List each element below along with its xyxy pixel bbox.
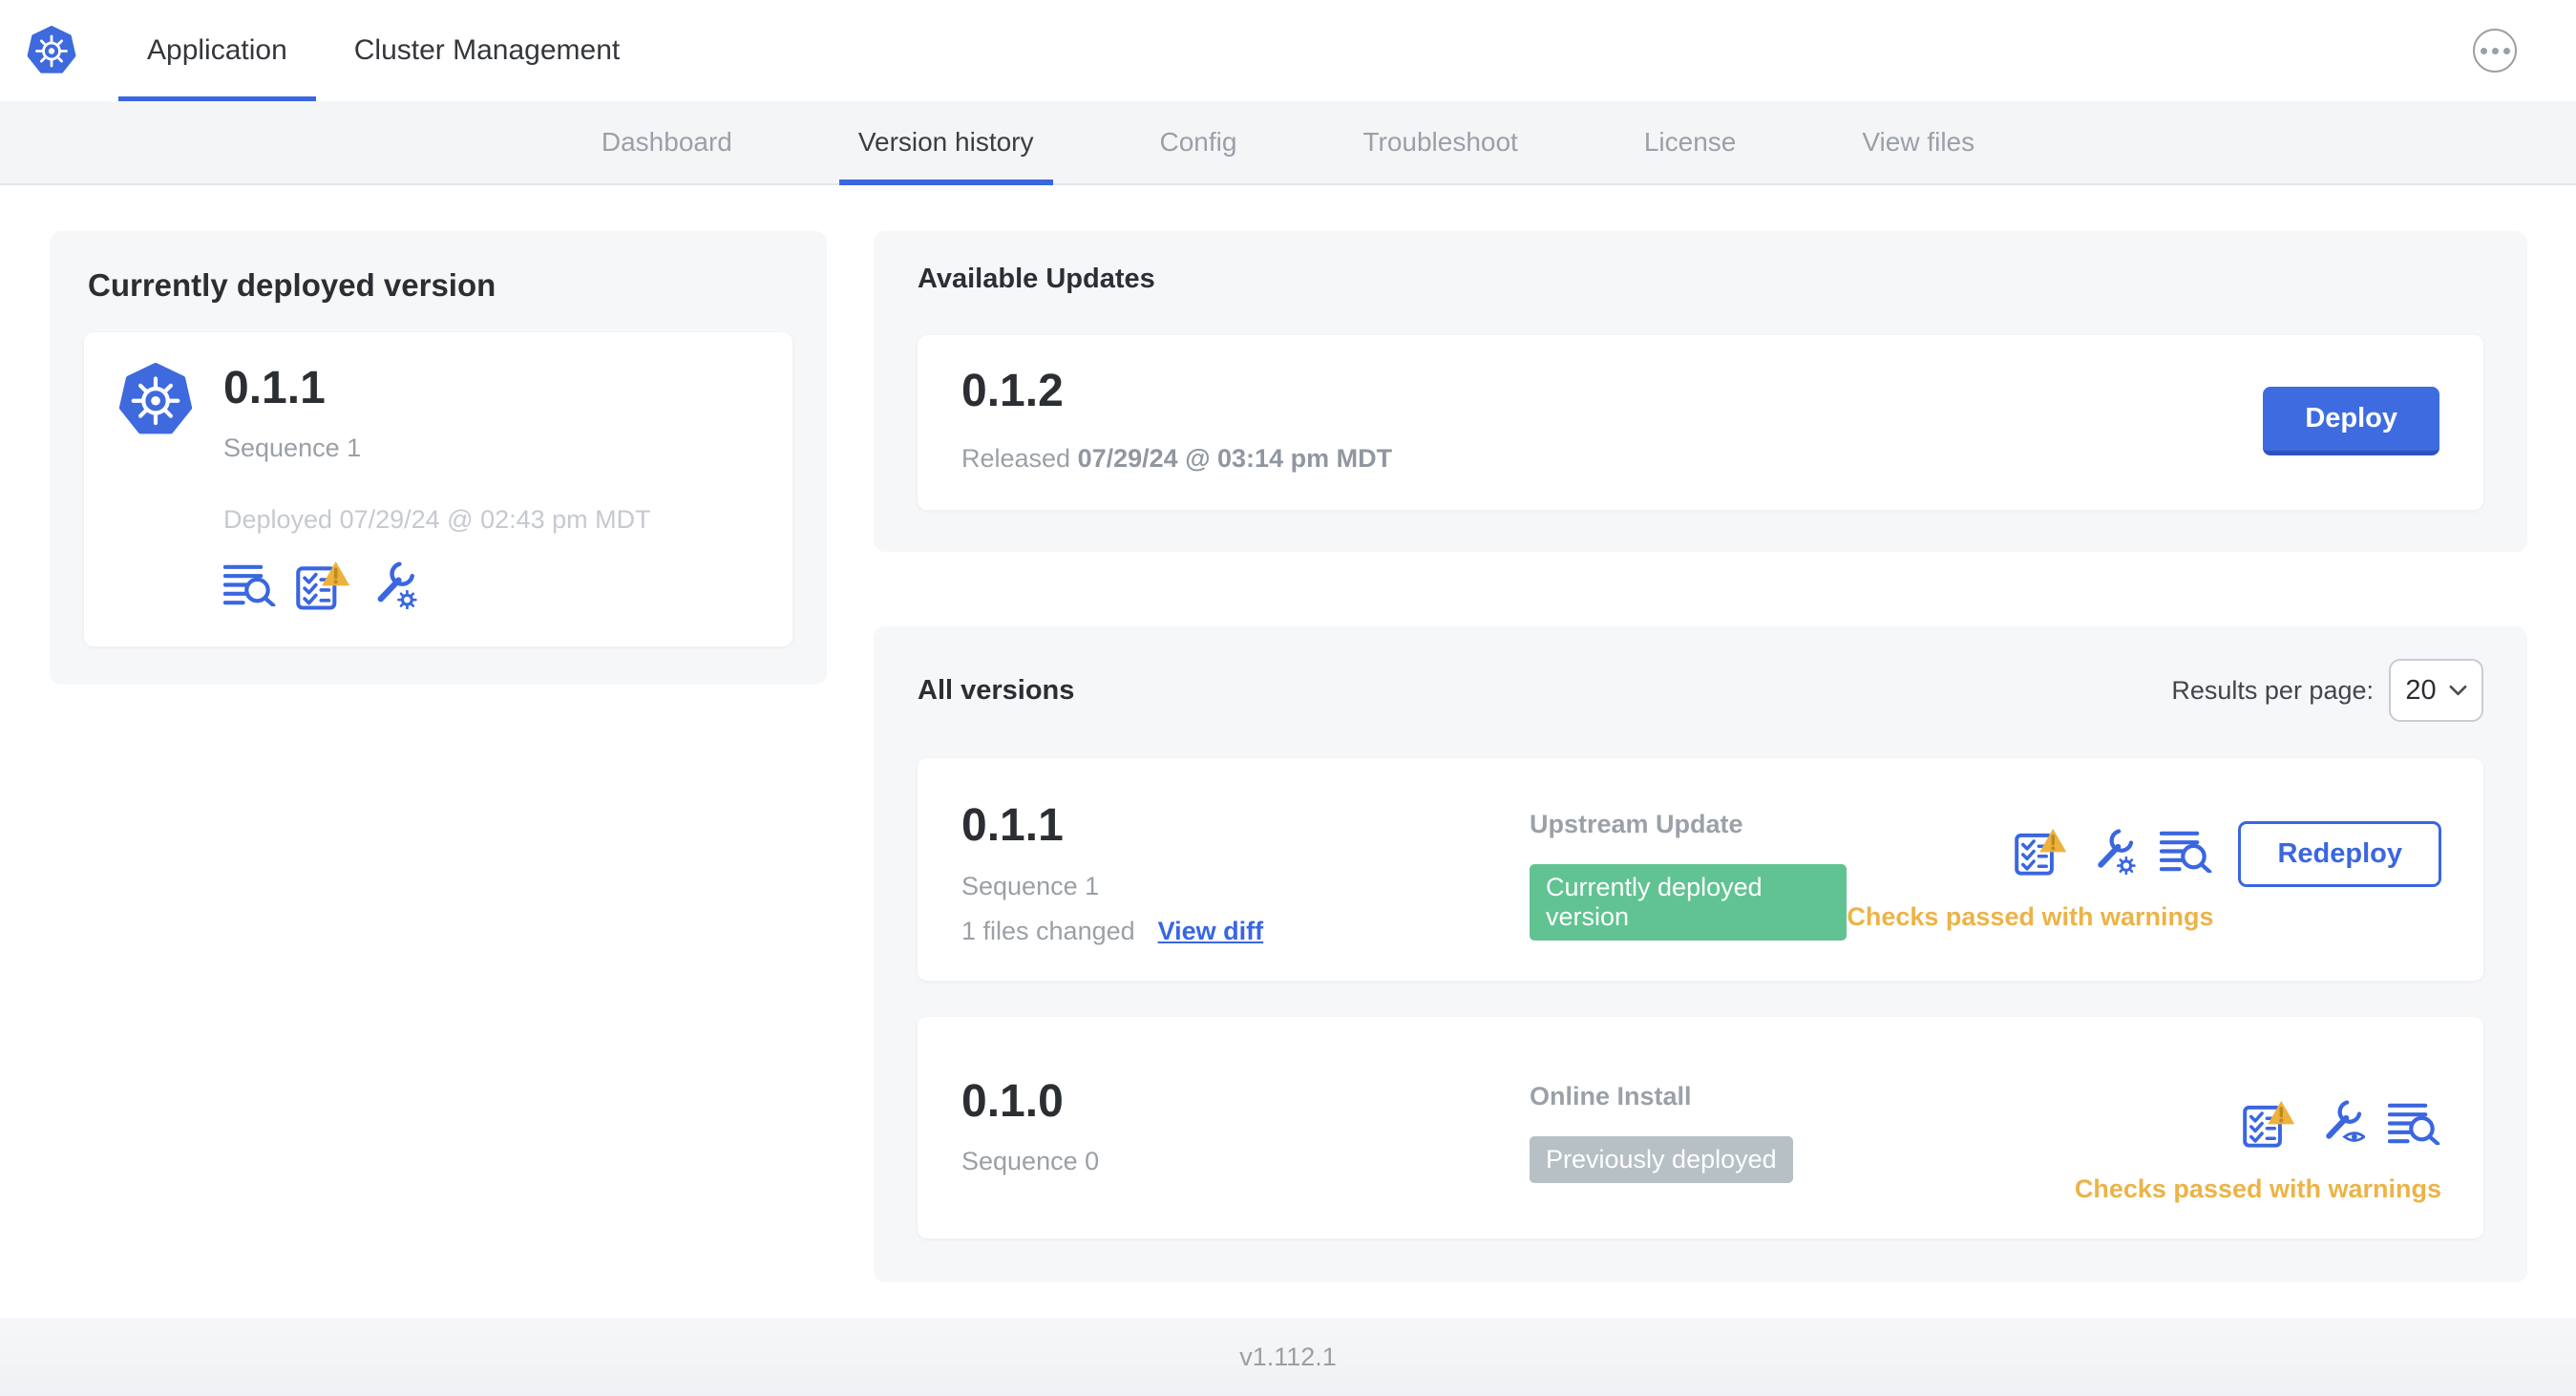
app-footer: v1.112.1 — [0, 1318, 2576, 1396]
deployed-version-number: 0.1.1 — [223, 363, 326, 413]
files-changed-label: 1 files changed — [961, 916, 1135, 945]
app-header: Application Cluster Management — [0, 0, 2576, 101]
preflight-status-text: Checks passed with warnings — [2074, 1174, 2441, 1203]
tab-troubleshoot[interactable]: Troubleshoot — [1343, 101, 1536, 183]
app-subnav: Dashboard Version history Config Trouble… — [0, 101, 2576, 185]
kubernetes-logo — [27, 0, 76, 101]
view-diff-link[interactable]: View diff — [1158, 917, 1264, 946]
available-updates-title: Available Updates — [918, 264, 1155, 294]
tab-version-history[interactable]: Version history — [838, 101, 1053, 185]
tab-license[interactable]: License — [1625, 101, 1756, 183]
tab-config[interactable]: Config — [1141, 101, 1256, 183]
update-released-date: 07/29/24 @ 03:14 pm MDT — [1077, 444, 1393, 474]
available-updates-panel: Available Updates 0.1.2 Released 07/29/2… — [874, 231, 2527, 553]
header-tab-cluster-management[interactable]: Cluster Management — [326, 0, 648, 101]
version-source-type: Online Install — [1530, 1081, 1692, 1110]
header-tab-label: Cluster Management — [353, 34, 621, 66]
header-tab-label: Application — [147, 34, 287, 66]
row-sequence: Sequence 0 — [961, 1147, 1100, 1176]
view-config-icon[interactable] — [2319, 1100, 2365, 1146]
preflight-checks-warning-icon[interactable] — [2243, 1099, 2296, 1148]
all-versions-panel: All versions Results per page: 20 0.1.1 … — [874, 626, 2527, 1282]
tab-dashboard[interactable]: Dashboard — [582, 101, 751, 183]
preflight-status-text: Checks passed with warnings — [1847, 902, 2214, 932]
all-versions-title: All versions — [918, 674, 1075, 706]
row-version-number: 0.1.0 — [961, 1075, 1064, 1127]
currently-deployed-title: Currently deployed version — [88, 267, 496, 303]
logs-icon[interactable] — [2388, 1102, 2441, 1145]
edit-config-icon[interactable] — [370, 561, 418, 609]
currently-deployed-card: 0.1.1 Sequence 1 Deployed 07/29/24 @ 02:… — [84, 332, 792, 647]
ellipsis-icon — [2480, 47, 2487, 54]
deploy-button[interactable]: Deploy — [2263, 386, 2439, 455]
logs-icon[interactable] — [223, 563, 277, 606]
deployed-timestamp: Deployed 07/29/24 @ 02:43 pm MDT — [223, 505, 651, 535]
right-column: Available Updates 0.1.2 Released 07/29/2… — [874, 231, 2527, 1282]
results-per-page-select[interactable]: 20 — [2389, 659, 2483, 723]
preflight-checks-warning-icon[interactable] — [296, 560, 351, 610]
kubernetes-app-icon — [118, 363, 193, 437]
results-per-page-label: Results per page: — [2171, 675, 2374, 705]
version-row-0.1.1: 0.1.1 Sequence 1 1 files changed View di… — [918, 758, 2483, 981]
header-tab-application[interactable]: Application — [118, 0, 316, 101]
preflight-checks-warning-icon[interactable] — [2015, 827, 2068, 876]
version-row-0.1.0: 0.1.0 Sequence 0 Online Install Previous… — [918, 1016, 2483, 1238]
update-released-line: Released 07/29/24 @ 03:14 pm MDT — [961, 444, 1393, 474]
version-source-type: Upstream Update — [1530, 810, 1743, 839]
available-update-card: 0.1.2 Released 07/29/24 @ 03:14 pm MDT D… — [918, 335, 2483, 511]
logs-icon[interactable] — [2160, 830, 2213, 873]
redeploy-button[interactable]: Redeploy — [2238, 821, 2441, 888]
row-sequence: Sequence 1 — [961, 871, 1100, 900]
update-version-number: 0.1.2 — [961, 366, 1064, 416]
tab-view-files[interactable]: View files — [1843, 101, 1994, 183]
currently-deployed-panel: Currently deployed version 0.1.1 Sequenc… — [50, 231, 827, 686]
row-version-number: 0.1.1 — [961, 800, 1064, 852]
more-menu-button[interactable] — [2473, 29, 2517, 73]
status-badge: Previously deployed — [1530, 1135, 1793, 1183]
chevron-down-icon — [2449, 685, 2467, 696]
edit-config-icon[interactable] — [2091, 829, 2137, 875]
status-badge: Currently deployed version — [1530, 864, 1848, 941]
main-content: Currently deployed version 0.1.1 Sequenc… — [0, 185, 2576, 1282]
deployed-sequence: Sequence 1 — [223, 434, 362, 463]
admin-console-version: v1.112.1 — [1239, 1342, 1337, 1371]
